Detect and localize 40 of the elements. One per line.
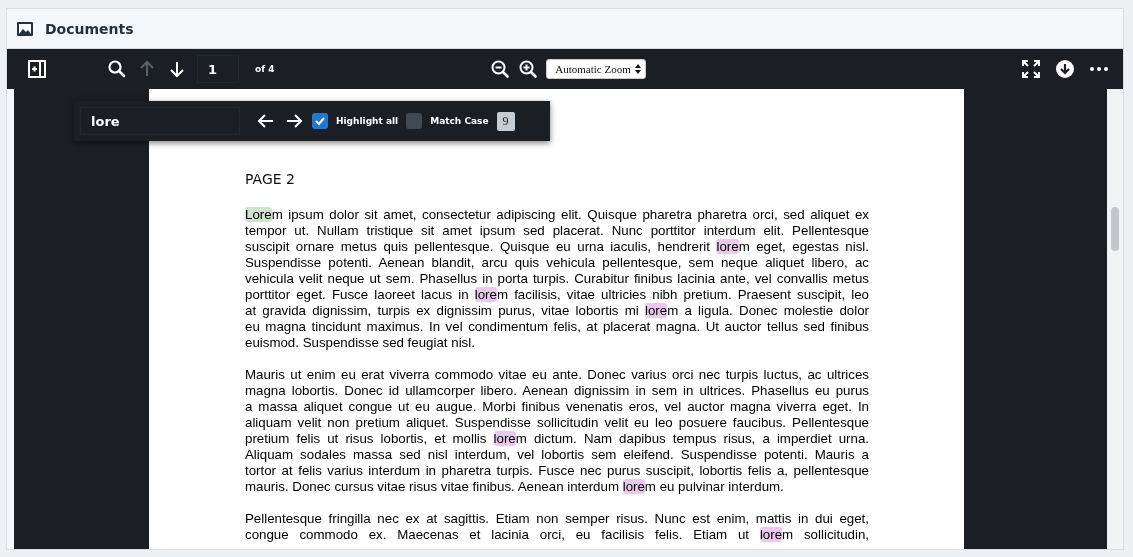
find-field[interactable]: lore [80, 107, 240, 135]
zoom-out-icon[interactable] [490, 59, 511, 79]
image-icon [17, 21, 33, 36]
text-line: eu magna tincidunt maximus. In vel condimentum felis, at placerat magna. Ut auctor tellus sed finibus [245, 319, 869, 335]
sidebar-toggle-icon[interactable] [27, 59, 47, 79]
panel-title: Documents [45, 20, 134, 37]
text-line: Mauris ut enim eu erat viverra commodo vitae eu ante. Donec varius orci nec turpis luctus, ac ultrices [245, 367, 869, 383]
page-count: of 4 [255, 64, 275, 74]
text-line: at gravida dignissim, turpis ex dignissim purus, vitae lobortis mi lorem a ligula. Donec molestie dolor [245, 303, 869, 319]
zoom-select[interactable]: Automatic Zoom [546, 59, 646, 79]
text-line: mauris. Donec cursus vitae risus vitae finibus. Aenean interdum lorem eu pulvinar interdum. [245, 479, 785, 495]
highlight-all-label: Highlight all [336, 116, 399, 126]
text-line: Suspendisse potenti. Aenean blandit, arcu quis vehicula pellentesque, sem neque aliquet libero, ac [245, 255, 869, 271]
zoom-in-icon[interactable] [518, 59, 539, 79]
scrollbar[interactable] [1107, 89, 1123, 549]
text-line: suscipit ornare metus quis pellentesque. Quisque eu urna iaculis, hendrerit lorem eget, egestas nisl. [245, 239, 869, 255]
down-arrow-icon[interactable] [167, 59, 187, 79]
text-line: tortor at felis varius interdum in pharetra turpis. Fusce nec purus suscipit, lobortis felis a, pellentesque [245, 463, 869, 479]
text-line: congue commodo ex. Maecenas et lacinia orci, eu facilisis felis. Etiam ut lorem sollicitudin, [245, 527, 869, 543]
text-line: Lorem ipsum dolor sit amet, consectetur adipiscing elit. Quisque pharetra pharetra orci, sed aliquet ex [245, 207, 869, 223]
text-line: aliquam velit non pretium aliquet. Suspendisse sollicitudin velit eu leo posuere faucibus. Pellentesque [245, 415, 869, 431]
text-line: porttitor eget. Fusce laoreet lacus in lorem facilisis, vitae ultricies nibh pretium. Praesent suscipit, leo [245, 287, 869, 303]
fullscreen-icon[interactable] [1021, 59, 1041, 79]
text-line: Aliquam sodales massa sed nisl interdum, vel lobortis sem eleifend. Suspendisse potenti. Mauris a [245, 447, 869, 463]
match-case-checkbox[interactable] [406, 113, 423, 129]
text-line: Pellentesque fringilla nec ex at sagittis. Etiam non semper risus. Nunc est enim, mattis in dui eget, [245, 511, 869, 527]
highlight-all-checkbox[interactable] [312, 113, 328, 129]
text-line: pretium felis ut risus lobortis, et mollis lorem dictum. Nam dapibus tempus risus, a imperdiet urna. [245, 431, 869, 447]
text-line: a massa aliquet congue ut eu augue. Morbi finibus venenatis eros, vel auctor magna viverra eget. In [245, 399, 869, 415]
match-case-label: Match Case [430, 116, 489, 126]
stepper-icon [634, 64, 641, 74]
text-line: magna lobortis. Donec id ullamcorper libero. Aenean dignissim in sem in ultrices. Phasellus eu purus [245, 383, 869, 399]
search-icon[interactable] [107, 59, 127, 79]
text-line: tempor ut. Nullam tristique sit amet ipsum sed placerat. Nunc porttitor interdum elit. Pellentesque [245, 223, 869, 239]
download-icon[interactable] [1055, 59, 1075, 79]
page-number-field[interactable]: 1 [197, 55, 239, 83]
match-count: 9 [496, 111, 515, 131]
text-line: vehicula velit neque ut sem. Phasellus in porta turpis. Curabitur finibus lacinia ante, vel convallis metus [245, 271, 869, 287]
text-line: euismod. Suspendisse sed feugiat nisl. [245, 335, 476, 351]
page-heading: PAGE 2 [245, 171, 295, 187]
